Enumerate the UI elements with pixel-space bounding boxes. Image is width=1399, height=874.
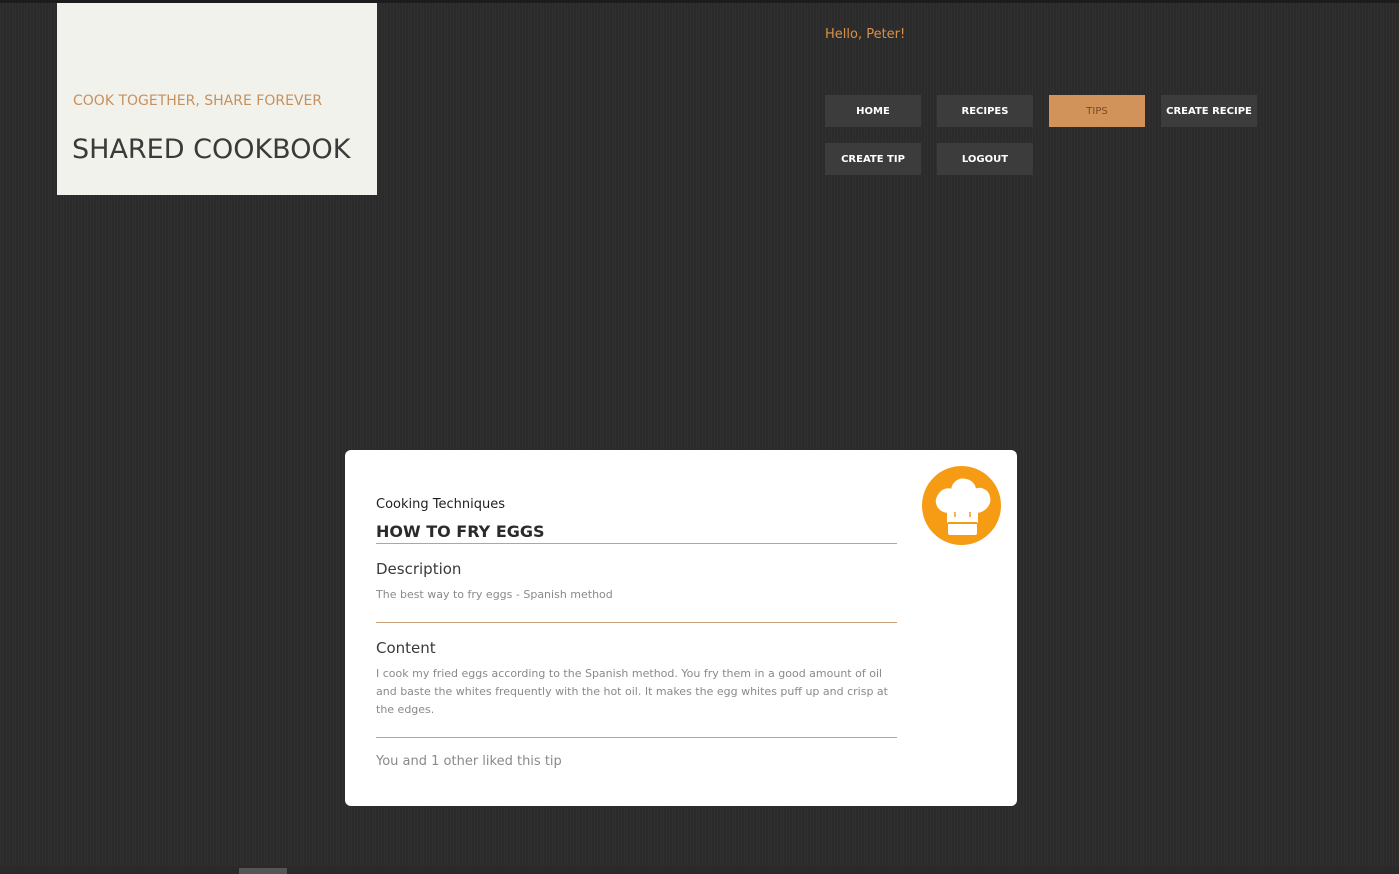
divider [376, 622, 897, 623]
site-title[interactable]: SHARED COOKBOOK [72, 134, 350, 165]
nav-recipes-button[interactable]: RECIPES [937, 95, 1033, 127]
tip-title: HOW TO FRY EGGS [376, 522, 545, 541]
content-text: I cook my fried eggs according to the Sp… [376, 667, 888, 716]
nav-create-recipe-button[interactable]: CREATE RECIPE [1161, 95, 1257, 127]
brand-header: COOK TOGETHER, SHARE FOREVER SHARED COOK… [57, 3, 377, 195]
likes-count[interactable]: You and 1 other liked this tip [376, 754, 562, 769]
description-heading: Description [376, 560, 462, 578]
tip-card: Cooking Techniques HOW TO FRY EGGS Descr… [345, 450, 1017, 806]
bottom-bar [0, 866, 1399, 874]
nav-logout-button[interactable]: LOGOUT [937, 143, 1033, 175]
content-heading: Content [376, 639, 436, 657]
site-tagline: COOK TOGETHER, SHARE FOREVER [73, 93, 323, 109]
chef-hat-icon [922, 466, 1001, 545]
bottom-tab[interactable] [239, 868, 287, 874]
divider [376, 737, 897, 738]
nav-home-button[interactable]: HOME [825, 95, 921, 127]
description-text: The best way to fry eggs - Spanish metho… [376, 588, 613, 601]
user-greeting: Hello, Peter! [825, 27, 906, 42]
nav-create-tip-button[interactable]: CREATE TIP [825, 143, 921, 175]
divider [376, 543, 897, 544]
nav-tips-button[interactable]: TIPS [1049, 95, 1145, 127]
tip-category: Cooking Techniques [376, 497, 505, 512]
